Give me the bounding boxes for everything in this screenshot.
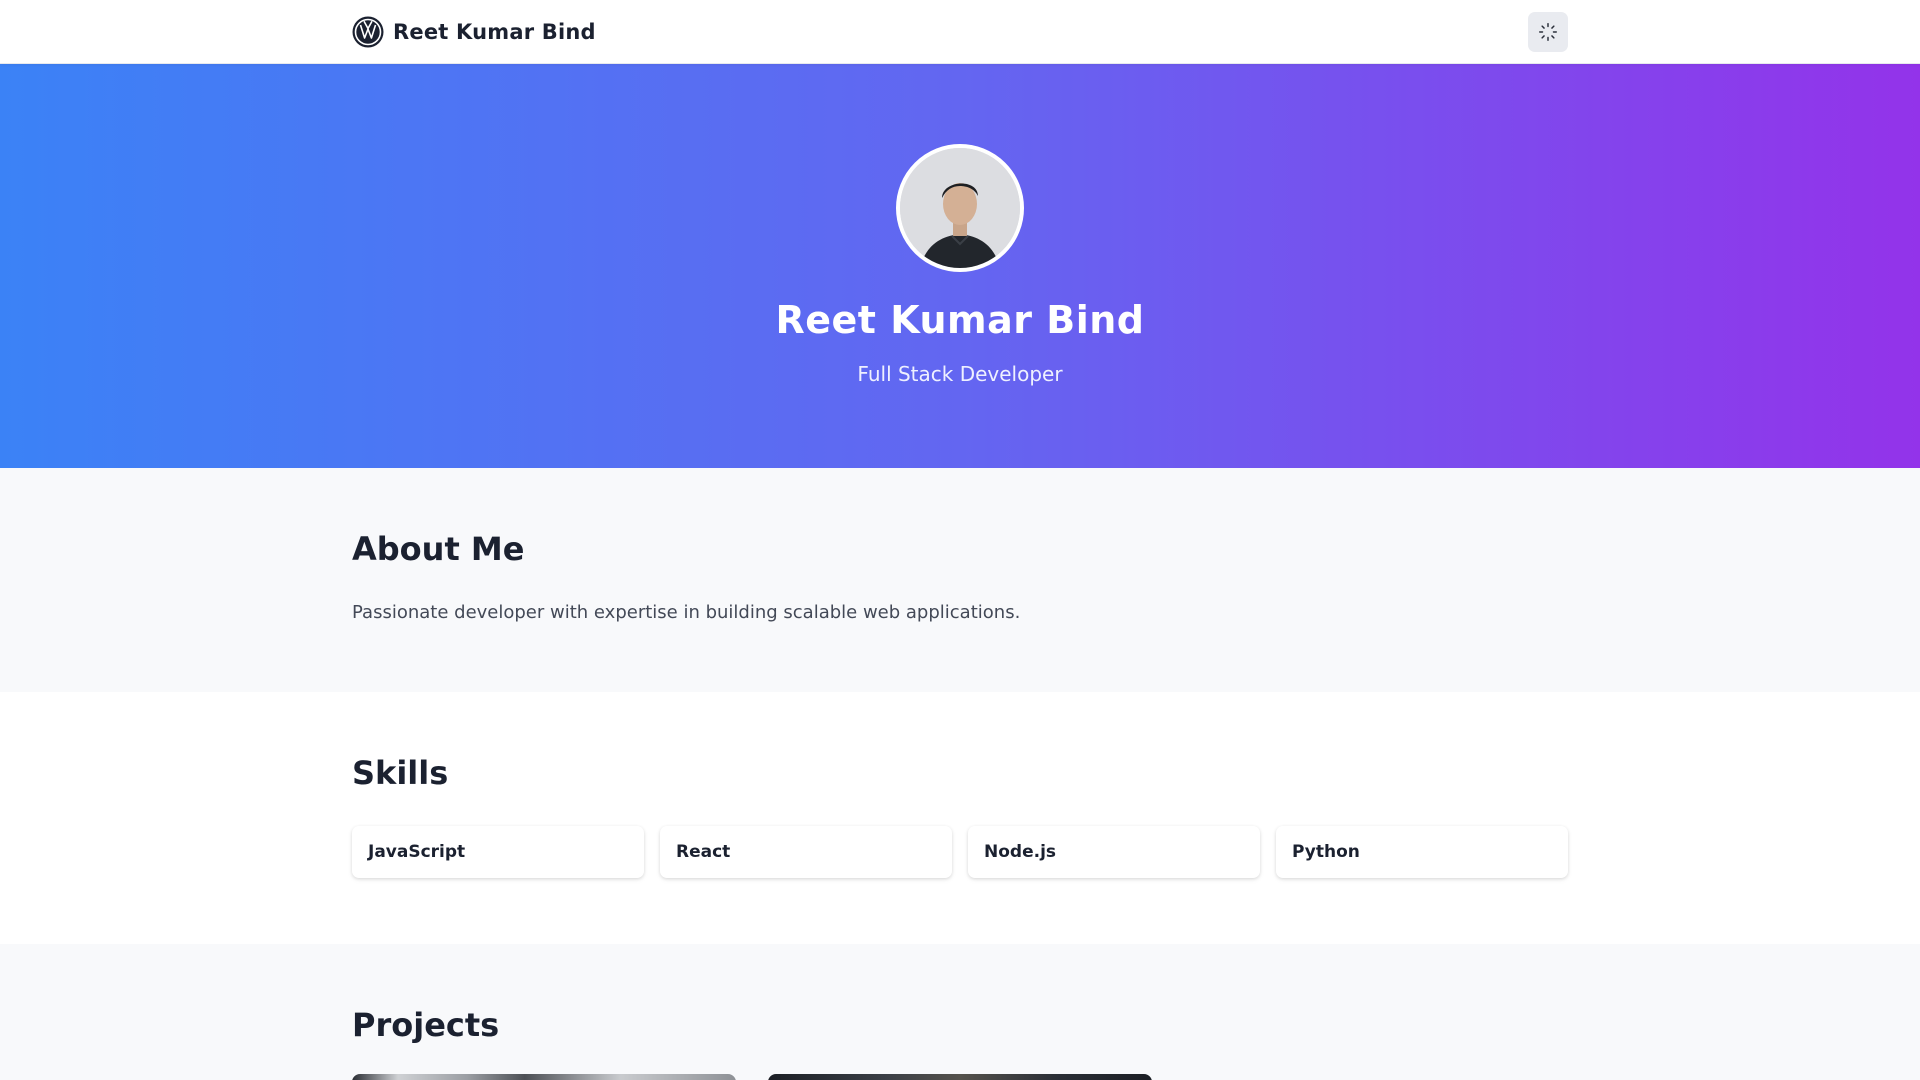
avatar [896, 144, 1024, 272]
skill-card: React [660, 826, 952, 878]
hero-role: Full Stack Developer [857, 362, 1063, 386]
hero-section: Reet Kumar Bind Full Stack Developer [0, 64, 1920, 468]
about-title: About Me [352, 530, 525, 568]
skill-grid: JavaScript React Node.js Python [352, 826, 1568, 878]
projects-title: Projects [352, 1006, 500, 1044]
about-section: About Me Passionate developer with exper… [0, 468, 1920, 692]
navbar: Reet Kumar Bind [0, 0, 1920, 64]
skills-section: Skills JavaScript React Node.js Python [0, 692, 1920, 944]
brand-link[interactable]: Reet Kumar Bind [352, 16, 596, 48]
skill-card: Node.js [968, 826, 1260, 878]
skills-title: Skills [352, 754, 449, 792]
theme-toggle-button[interactable] [1528, 12, 1568, 52]
brand-name: Reet Kumar Bind [393, 20, 596, 44]
project-card-image[interactable] [768, 1074, 1152, 1080]
vw-logo-icon [352, 16, 384, 48]
loader-icon [1539, 23, 1557, 41]
hero-name: Reet Kumar Bind [775, 298, 1145, 342]
project-card-image[interactable] [352, 1074, 736, 1080]
profile-photo [900, 148, 1020, 268]
projects-section: Projects [0, 944, 1920, 1080]
navbar-inner: Reet Kumar Bind [352, 0, 1568, 64]
skill-card: JavaScript [352, 826, 644, 878]
about-text: Passionate developer with expertise in b… [352, 602, 1021, 623]
skill-card: Python [1276, 826, 1568, 878]
